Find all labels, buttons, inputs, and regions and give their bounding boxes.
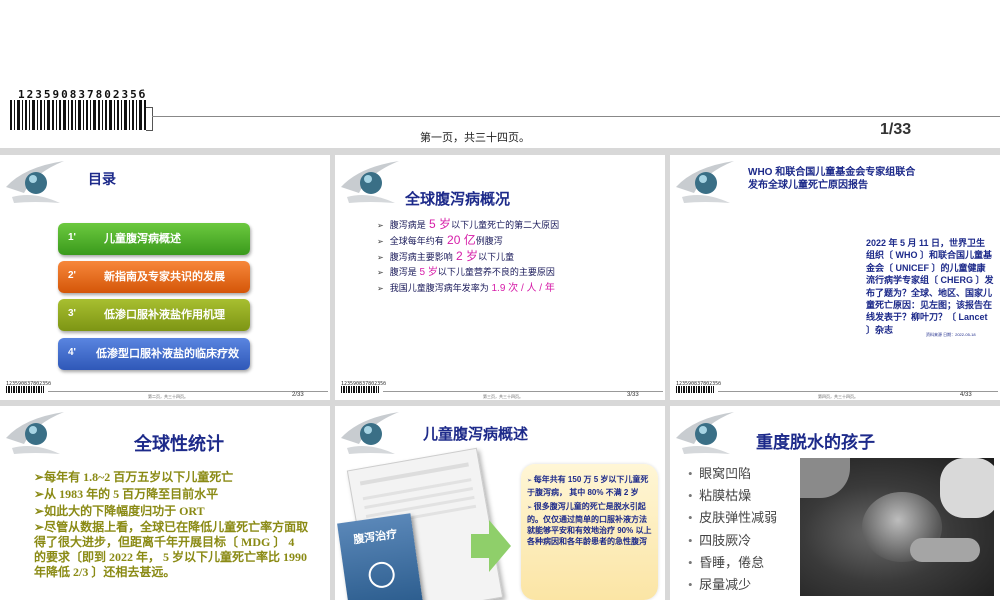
list-item: ➢ 每年共有 150 万 5 岁以下儿童死于腹泻病， 其中 80% 不满 2 岁 <box>527 475 649 498</box>
slide-footer-text: 第二页，共三十四页。 <box>148 394 188 399</box>
list-item: ➢ 腹泻是 5 岁以下儿童营养不良的主要原因 <box>377 267 555 278</box>
slide-title: 全球腹泻病概况 <box>405 191 511 208</box>
toc-item-label: 儿童腹泻病概述 <box>104 233 181 245</box>
toc-item-number: 4' <box>68 347 76 358</box>
citation-text: 资料来源 日期：2022-05-18 <box>926 332 976 337</box>
dehydrated-child-photo <box>800 458 994 596</box>
list-item: ➢尽管从数据上看，全球已在降低儿童死亡率方面取得了很大进步，但距离千年开展目标〔… <box>34 520 309 579</box>
slide-footer-text: 第三页，共三十四页。 <box>483 394 523 399</box>
info-callout-box: ➢ 每年共有 150 万 5 岁以下儿童死于腹泻病， 其中 80% 不满 2 岁… <box>521 464 658 600</box>
toc-item-number: 1' <box>68 232 76 243</box>
toc-item-4[interactable]: 4' 低渗型口服补液盐的临床疗效 <box>58 338 250 370</box>
slide-thumbnail-2[interactable]: 目录 1' 儿童腹泻病概述 2' 新指南及专家共识的发展 3' 低渗口服补液盐作… <box>0 155 330 400</box>
grid-divider-top <box>0 148 1000 155</box>
bracket-decoration <box>146 107 153 131</box>
slide-thumbnail-6[interactable]: 儿童腹泻病概述 腹泻治疗 ➢ 每年共有 150 万 5 岁以下儿童死于腹泻病， … <box>335 406 665 600</box>
page-number: 1/33 <box>880 121 912 138</box>
globe-logo-icon <box>6 161 64 203</box>
globe-logo-icon <box>341 161 399 203</box>
header-rule <box>152 116 1000 117</box>
small-barcode-icon <box>341 386 379 393</box>
slide-thumbnail-4[interactable]: WHO 和联合国儿童基金会专家组联合 发布全球儿童死亡原因报告 2022 年 5… <box>670 155 1000 400</box>
toc-item-number: 3' <box>68 308 76 319</box>
book-cover-image: 腹泻治疗 <box>337 513 423 600</box>
slide-page-number: 3/33 <box>627 392 639 398</box>
report-description: 2022 年 5 月 11 日，世界卫生组织〔 WHO 〕和联合国儿童基金会〔 … <box>866 238 994 335</box>
list-item: ➢ 腹泻病主要影响 2 岁以下儿童 <box>377 249 515 263</box>
slide-thumbnail-5[interactable]: 全球性统计 ➢每年有 1.8~2 百万五岁以下儿童死亡 ➢从 1983 年的 5… <box>0 406 330 600</box>
slide-footer-rule <box>48 391 328 392</box>
list-item: • 皮肤弹性减弱 <box>688 510 778 526</box>
slide-footer-text: 第四页，共三十四页。 <box>818 394 858 399</box>
globe-logo-icon <box>341 412 399 454</box>
toc-item-2[interactable]: 2' 新指南及专家共识的发展 <box>58 261 250 293</box>
toc-item-label: 低渗口服补液盐作用机理 <box>104 309 225 321</box>
slide-title: 全球性统计 <box>134 434 224 454</box>
list-item: • 昏睡，倦怠 <box>688 554 765 570</box>
globe-logo-icon <box>676 412 734 454</box>
list-item: • 四肢厥冷 <box>688 532 752 548</box>
slide-page-number: 2/33 <box>292 392 304 398</box>
list-item: ➢从 1983 年的 5 百万降至目前水平 <box>34 487 219 501</box>
toc-item-1[interactable]: 1' 儿童腹泻病概述 <box>58 223 250 255</box>
slide-thumbnail-7[interactable]: 重度脱水的孩子 • 眼窝凹陷 • 粘膜枯燥 • 皮肤弹性减弱 • 四肢厥冷 • … <box>670 406 1000 600</box>
page-count-text: 第一页，共三十四页。 <box>420 132 530 144</box>
list-item: ➢ 很多腹泻儿童的死亡是脱水引起的。仅仅通过简单的口服补液方法就能够平安和有效地… <box>527 501 652 547</box>
globe-logo-icon <box>676 161 734 203</box>
arrow-right-icon <box>471 520 511 572</box>
who-emblem-icon <box>366 560 397 590</box>
list-item: ➢如此大的下降幅度归功于 ORT <box>34 504 205 518</box>
list-item: ➢ 我国儿童腹泻病年发率为 1.9 次 / 人 / 年 <box>377 283 555 294</box>
list-item: ➢每年有 1.8~2 百万五岁以下儿童死亡 <box>34 470 234 484</box>
slide-title: 目录 <box>88 171 116 187</box>
slide-page-number: 4/33 <box>960 392 972 398</box>
list-item: • 尿量减少 <box>688 577 752 593</box>
slide-title: 儿童腹泻病概述 <box>423 426 529 443</box>
globe-logo-icon <box>6 412 64 454</box>
slide-thumbnail-3[interactable]: 全球腹泻病概况 ➢ 腹泻病是 5 岁以下儿童死亡的第二大原因 ➢ 全球每年约有 20… <box>335 155 665 400</box>
slide-title: 重度脱水的孩子 <box>756 433 875 452</box>
list-item: • 粘膜枯燥 <box>688 488 752 504</box>
barcode-icon <box>10 100 146 130</box>
slide-footer-rule <box>383 391 663 392</box>
toc-item-number: 2' <box>68 270 76 281</box>
toc-item-label: 新指南及专家共识的发展 <box>104 271 225 283</box>
slide-footer-rule <box>718 391 998 392</box>
toc-item-label: 低渗型口服补液盐的临床疗效 <box>96 348 239 360</box>
toc-item-3[interactable]: 3' 低渗口服补液盐作用机理 <box>58 299 250 331</box>
small-barcode-icon <box>676 386 714 393</box>
slide-title: WHO 和联合国儿童基金会专家组联合 发布全球儿童死亡原因报告 <box>748 167 916 191</box>
list-item: ➢ 腹泻病是 5 岁以下儿童死亡的第二大原因 <box>377 217 560 231</box>
list-item: • 眼窝凹陷 <box>688 466 752 481</box>
small-barcode-icon <box>6 386 44 393</box>
list-item: ➢ 全球每年约有 20 亿例腹泻 <box>377 233 503 247</box>
